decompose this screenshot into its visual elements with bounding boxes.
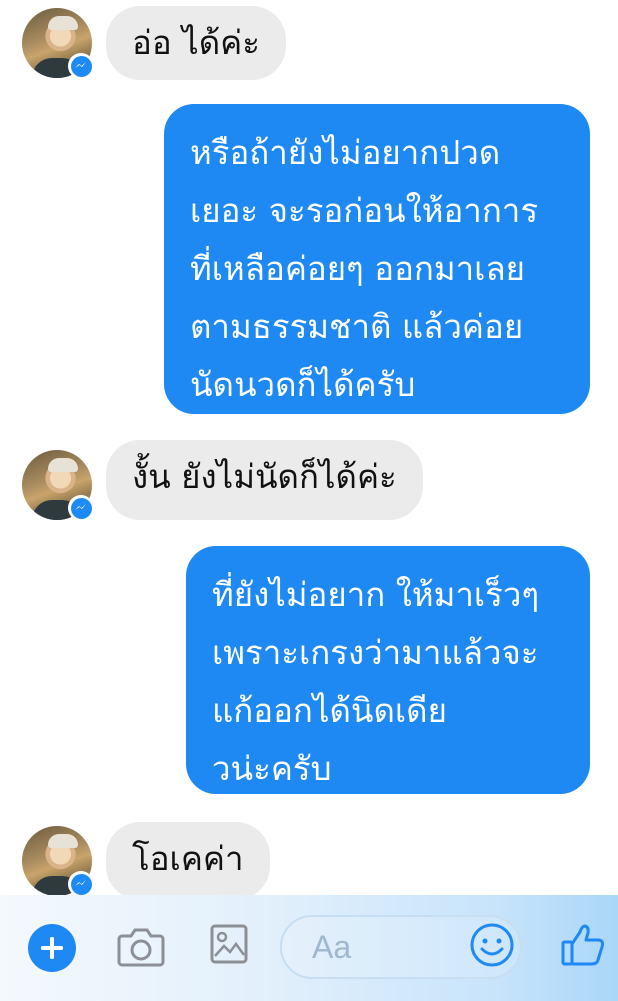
messenger-badge-icon <box>68 495 94 521</box>
incoming-message-bubble[interactable]: อ่อ ได้ค่ะ <box>106 6 286 80</box>
messenger-badge-icon <box>68 53 94 79</box>
outgoing-message-bubble[interactable]: หรือถ้ายังไม่อยากปวด เยอะ จะรอก่อนให้อาก… <box>164 104 590 414</box>
avatar-cap-shape <box>48 16 78 30</box>
thumbs-up-icon[interactable] <box>558 919 608 969</box>
messenger-bolt-icon <box>75 504 86 510</box>
outgoing-message-bubble[interactable]: ที่ยังไม่อยาก ให้มาเร็วๆ เพราะเกรงว่ามาแ… <box>186 546 590 794</box>
messenger-bolt-icon <box>75 880 86 886</box>
image-icon[interactable] <box>208 921 250 967</box>
plus-icon[interactable] <box>28 924 76 972</box>
message-input-placeholder: Aa <box>312 929 352 965</box>
messenger-bolt-icon <box>75 62 86 68</box>
incoming-message-bubble[interactable]: งั้น ยังไม่นัดก็ได้ค่ะ <box>106 440 423 520</box>
avatar-cap-shape <box>48 834 78 848</box>
incoming-message-bubble[interactable]: โอเคค่า <box>106 822 270 900</box>
plus-glyph <box>41 937 63 959</box>
emoji-icon[interactable] <box>468 921 516 969</box>
message-thread[interactable]: อ่อ ได้ค่ะ หรือถ้ายังไม่อยากปวด เยอะ จะร… <box>0 0 618 900</box>
avatar-cap-shape <box>48 458 78 472</box>
chat-screen: อ่อ ได้ค่ะ หรือถ้ายังไม่อยากปวด เยอะ จะร… <box>0 0 618 1001</box>
messenger-badge-icon <box>68 871 94 897</box>
composer-bar: Aa <box>0 895 618 1001</box>
camera-icon[interactable] <box>116 923 166 969</box>
